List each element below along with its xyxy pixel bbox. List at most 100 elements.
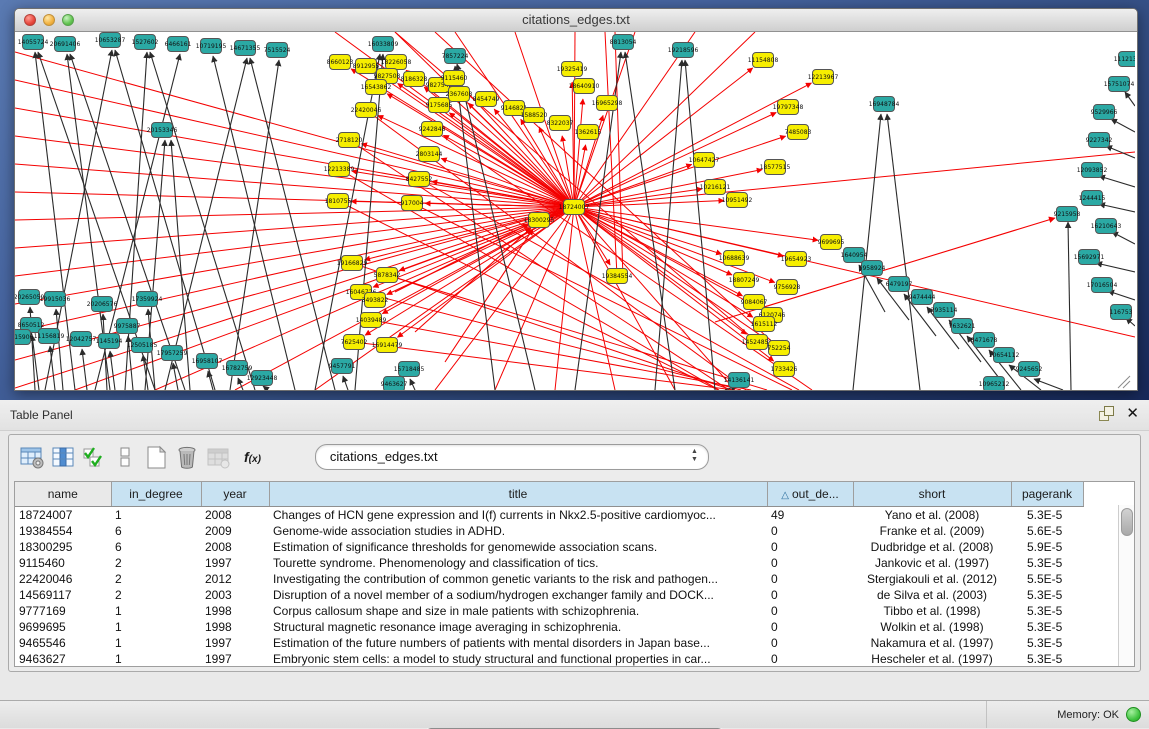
table-selector-dropdown[interactable]: citations_edges.txt ▲▼ — [315, 444, 709, 470]
table-row[interactable]: 1938455462009Genome-wide association stu… — [15, 523, 1083, 539]
import-table-icon — [205, 444, 232, 471]
sort-indicator-icon: △ — [781, 490, 789, 501]
show-columns-icon[interactable] — [50, 444, 77, 471]
create-table-icon[interactable] — [143, 444, 170, 471]
table-settings-icon[interactable] — [19, 444, 46, 471]
column-header-out_de[interactable]: △out_de... — [767, 482, 853, 507]
graph-node-label: 16965298 — [592, 100, 623, 107]
table-panel: Table Panel ✕ — [0, 400, 1149, 700]
graph-node-label: 10951492 — [722, 197, 753, 204]
graph-node-label: 10653287 — [95, 37, 126, 44]
graph-node-label: 19654923 — [781, 256, 812, 263]
graph-node-label: 9474444 — [909, 294, 936, 301]
graph-node-label: 7632621 — [949, 323, 976, 330]
graph-node-label: 14136141 — [724, 377, 755, 384]
column-header-name[interactable]: name — [15, 482, 111, 507]
graph-node-label: 18300295 — [524, 217, 555, 224]
column-header-short[interactable]: short — [853, 482, 1011, 507]
graph-node-label: 12923448 — [247, 375, 278, 382]
graph-node-label: 2935114 — [931, 307, 958, 314]
graph-node-label: 9175685 — [426, 102, 453, 109]
graph-node-label: 20206576 — [87, 301, 118, 308]
graph-node-label: 9084067 — [741, 299, 768, 306]
graph-node-label: 18577515 — [760, 164, 791, 171]
graph-node-label: 1615112 — [751, 321, 778, 328]
graph-node-label: 16948784 — [869, 101, 900, 108]
graph-node-label: 8427552 — [406, 176, 433, 183]
table-vertical-scrollbar[interactable] — [1118, 505, 1134, 666]
graph-node-label: 11154808 — [748, 57, 779, 64]
scrollbar-thumb[interactable] — [1121, 508, 1133, 536]
graph-node-label: 2367608 — [446, 91, 473, 98]
select-all-columns-icon[interactable] — [81, 444, 108, 471]
graph-node-label: 18226058 — [381, 59, 412, 66]
window-titlebar[interactable]: citations_edges.txt — [15, 9, 1137, 32]
graph-node-label: 12213967 — [808, 74, 839, 81]
graph-node-label: 10719195 — [196, 43, 227, 50]
table-row[interactable]: 2242004622012Investigating the contribut… — [15, 571, 1083, 587]
graph-node-label: 9463627 — [381, 381, 408, 388]
memory-indicator[interactable] — [1126, 707, 1141, 722]
graph-node-label: 12505185 — [127, 342, 158, 349]
graph-node-label: 8471678 — [971, 337, 998, 344]
table-row[interactable]: 946554611997Estimation of the future num… — [15, 635, 1083, 651]
graph-node-label: 8813054 — [610, 39, 637, 46]
table-row[interactable]: 911546021997Tourette syndrome. Phenomeno… — [15, 555, 1083, 571]
graph-node-label: 19384554 — [602, 273, 633, 280]
graph-node-label: 1588520 — [521, 112, 548, 119]
column-header-in_degree[interactable]: in_degree — [111, 482, 201, 507]
node-table: namein_degreeyeartitle△out_de...shortpag… — [14, 481, 1135, 667]
graph-node-label: 17016504 — [1087, 282, 1118, 289]
graph-node-label: 3915906 — [15, 334, 34, 341]
graph-node-label: 16914479 — [372, 342, 403, 349]
table-row[interactable]: 1456911722003Disruption of a novel membe… — [15, 587, 1083, 603]
table-row[interactable]: 1872400712008Changes of HCN gene express… — [15, 507, 1083, 524]
graph-node-label: 19797348 — [773, 104, 804, 111]
table-row[interactable]: 977716911998Corpus callosum shape and si… — [15, 603, 1083, 619]
graph-node-label: 1527602 — [132, 39, 159, 46]
graph-node-label: 9115460 — [441, 75, 468, 82]
function-builder-icon[interactable]: f(x) — [244, 449, 261, 465]
column-header-title[interactable]: title — [269, 482, 767, 507]
attribute-table[interactable]: namein_degreeyeartitle△out_de...shortpag… — [15, 482, 1084, 667]
graph-node-label: 14055724 — [18, 39, 49, 46]
graph-node-label: 917004 — [401, 200, 424, 207]
graph-node-label: 752254 — [768, 345, 791, 352]
graph-node-label: 10216121 — [700, 184, 731, 191]
graph-node-label: 8322037 — [547, 120, 574, 127]
graph-node-label: 7625402 — [341, 339, 368, 346]
delete-table-icon[interactable] — [174, 444, 201, 471]
graph-node-label: 9245652 — [1016, 366, 1043, 373]
graph-node-label: 7857224 — [442, 53, 469, 60]
graph-node-label: 9827508 — [374, 73, 401, 80]
graph-node-label: 20153346 — [147, 127, 178, 134]
float-panel-icon[interactable] — [1099, 406, 1114, 421]
graph-node-label: 1362615 — [575, 129, 602, 136]
table-row[interactable]: 1830029562008Estimation of significance … — [15, 539, 1083, 555]
graph-node-label: 14671355 — [230, 45, 261, 52]
graph-node-label: 16210643 — [1091, 223, 1122, 230]
table-row[interactable]: 969969511998Structural magnetic resonanc… — [15, 619, 1083, 635]
table-selector-value: citations_edges.txt — [330, 449, 438, 464]
graph-node-label: 19166829 — [337, 260, 368, 267]
graph-node-label: 9242848 — [419, 126, 446, 133]
graph-node-label: 116753 — [1110, 309, 1133, 316]
table-toolbar: f(x) citations_edges.txt ▲▼ — [9, 435, 1140, 479]
graph-node-label: 19218596 — [668, 47, 699, 54]
graph-node-label: 5878342 — [374, 272, 401, 279]
close-panel-icon[interactable]: ✕ — [1126, 406, 1139, 421]
memory-status-label: Memory: OK — [1057, 709, 1119, 721]
column-header-year[interactable]: year — [201, 482, 269, 507]
graph-node-label: 9457791 — [329, 363, 356, 370]
graph-node-label: 8912955 — [353, 63, 380, 70]
table-row[interactable]: 946362711997Embryonic stem cells: a mode… — [15, 651, 1083, 667]
network-canvas[interactable]: 8660123891295518226058982750816543862818… — [15, 32, 1135, 390]
graph-node-label: 16033809 — [368, 41, 399, 48]
graph-node-label: 10654112 — [989, 352, 1020, 359]
column-header-pagerank[interactable]: pagerank — [1011, 482, 1083, 507]
graph-node-label: 6479197 — [886, 281, 913, 288]
graph-node-label: 10688639 — [719, 255, 750, 262]
graph-node-label: 16782759 — [222, 365, 253, 372]
clear-column-selection-icon[interactable] — [112, 444, 139, 471]
graph-node-label: 7515524 — [264, 47, 291, 54]
